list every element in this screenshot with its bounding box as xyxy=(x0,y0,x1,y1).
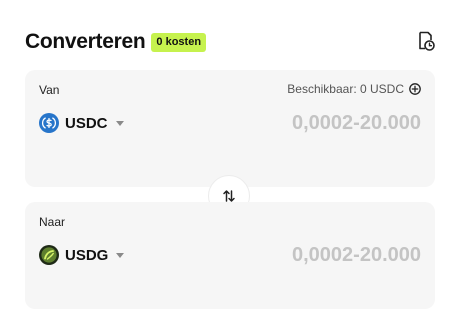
to-amount-input[interactable] xyxy=(201,244,421,267)
usdc-coin-icon xyxy=(39,113,59,133)
from-label: Van xyxy=(39,83,60,97)
chevron-down-icon xyxy=(115,120,124,126)
chevron-down-icon xyxy=(116,252,125,258)
available-balance-text: Beschikbaar: 0 USDC xyxy=(287,82,404,96)
convert-panel: Converteren 0 kosten Van Beschikbaar: 0 … xyxy=(0,0,461,322)
from-token-select[interactable]: USDC xyxy=(39,113,124,133)
from-card: Van Beschikbaar: 0 USDC USDC xyxy=(25,70,435,187)
page-title: Converteren xyxy=(25,30,146,53)
from-amount-input[interactable] xyxy=(201,112,421,135)
to-token-symbol: USDG xyxy=(65,246,109,264)
add-circle-icon[interactable] xyxy=(409,83,421,95)
header: Converteren 0 kosten xyxy=(25,30,207,54)
usdg-coin-icon xyxy=(39,245,59,265)
to-card: Naar USDG xyxy=(25,202,435,309)
history-icon[interactable] xyxy=(416,30,436,52)
to-label: Naar xyxy=(39,215,66,229)
fee-badge: 0 kosten xyxy=(151,32,207,52)
from-token-symbol: USDC xyxy=(65,114,108,132)
available-balance[interactable]: Beschikbaar: 0 USDC xyxy=(287,82,421,96)
to-token-select[interactable]: USDG xyxy=(39,245,125,265)
